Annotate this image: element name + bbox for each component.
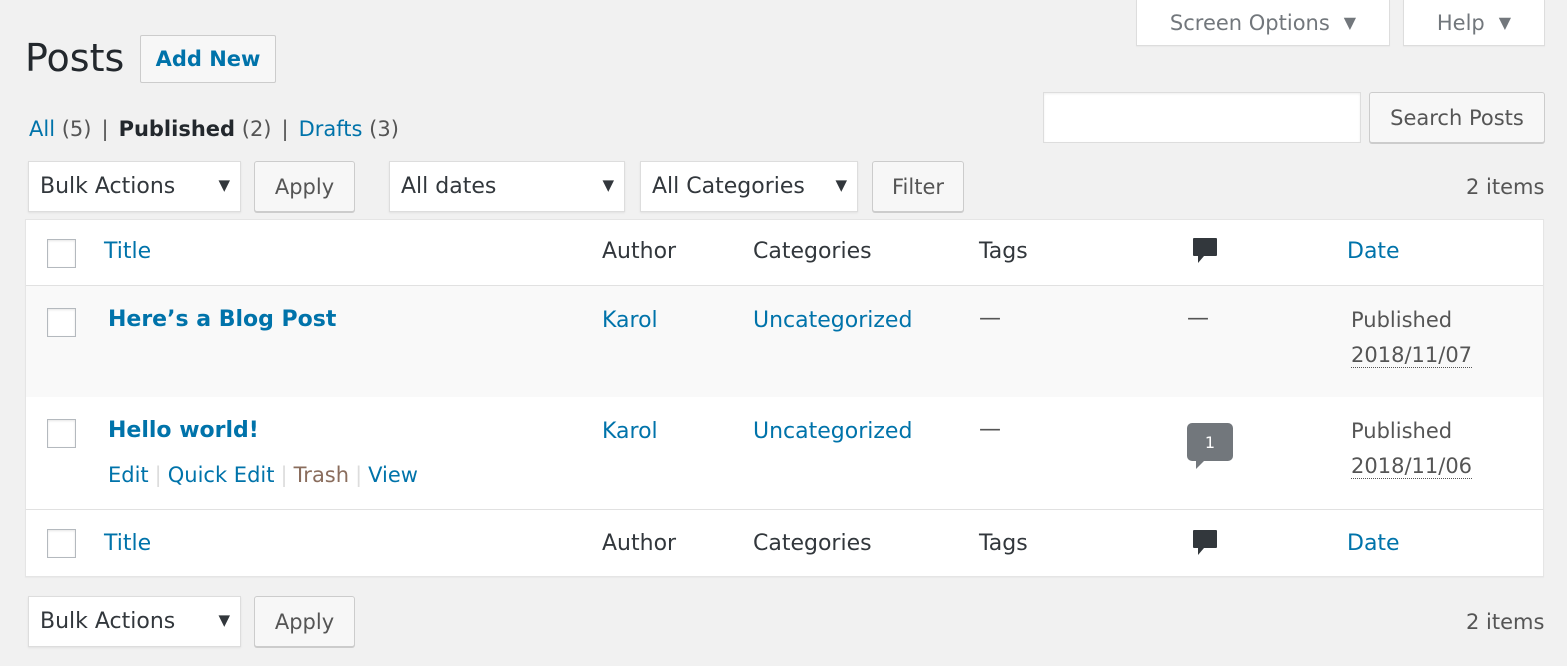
column-date[interactable]: Date <box>1347 531 1400 556</box>
comment-icon[interactable] <box>1192 237 1218 265</box>
column-date[interactable]: Date <box>1347 239 1400 264</box>
dates-select[interactable]: All dates ▼ <box>389 161 625 212</box>
tags-value: — <box>979 306 1001 331</box>
select-all-checkbox[interactable] <box>47 529 76 558</box>
edit-link[interactable]: Edit <box>108 463 149 487</box>
table-footer: Title Author Categories Tags Date <box>26 510 1543 576</box>
caret-down-icon: ▼ <box>602 176 614 194</box>
category-link[interactable]: Uncategorized <box>753 419 912 444</box>
screen-options-tab[interactable]: Screen Options ▼ <box>1136 0 1390 46</box>
date-status: Published <box>1351 308 1453 332</box>
table-row: Here’s a Blog Post Karol Uncategorized —… <box>26 286 1543 397</box>
search-posts-button[interactable]: Search Posts <box>1369 92 1545 143</box>
quick-edit-link[interactable]: Quick Edit <box>168 463 275 487</box>
post-status-filter: All (5) | Published (2) | Drafts (3) <box>29 117 399 141</box>
column-title[interactable]: Title <box>104 239 151 264</box>
post-title-link[interactable]: Here’s a Blog Post <box>108 307 336 332</box>
column-tags: Tags <box>979 531 1028 556</box>
posts-table: Title Author Categories Tags Date Here’s… <box>25 219 1544 577</box>
tags-value: — <box>979 417 1001 442</box>
items-count: 2 items <box>1466 175 1545 199</box>
select-all-checkbox[interactable] <box>47 239 76 268</box>
author-link[interactable]: Karol <box>602 419 658 444</box>
date-value: 2018/11/07 <box>1351 343 1473 368</box>
caret-down-icon: ▼ <box>1498 13 1512 32</box>
view-published-current[interactable]: Published (2) <box>119 117 272 141</box>
table-header: Title Author Categories Tags Date <box>26 220 1543 286</box>
separator: | <box>101 117 109 141</box>
comment-icon[interactable] <box>1192 529 1218 557</box>
view-link[interactable]: View <box>368 463 418 487</box>
view-drafts-link[interactable]: Drafts (3) <box>299 117 399 141</box>
apply-button-bottom[interactable]: Apply <box>254 596 355 647</box>
trash-link[interactable]: Trash <box>294 463 350 487</box>
add-new-button[interactable]: Add New <box>140 35 276 83</box>
page-title: Posts <box>25 36 125 80</box>
column-title[interactable]: Title <box>104 531 151 556</box>
table-row: Hello world! Edit | Quick Edit | Trash | View … <box>26 397 1543 510</box>
comments-value: — <box>1187 306 1209 331</box>
date-value: 2018/11/06 <box>1351 454 1473 479</box>
column-categories: Categories <box>753 239 872 264</box>
post-title-link[interactable]: Hello world! <box>108 418 259 443</box>
column-author: Author <box>602 239 677 264</box>
view-all-link[interactable]: All (5) <box>29 117 91 141</box>
separator: | <box>281 117 289 141</box>
help-label: Help <box>1436 10 1485 35</box>
comment-count-bubble[interactable]: 1 <box>1187 423 1233 469</box>
items-count-bottom: 2 items <box>1466 610 1545 634</box>
filter-button[interactable]: Filter <box>872 161 964 212</box>
screen-options-label: Screen Options <box>1169 10 1330 35</box>
row-checkbox[interactable] <box>47 308 76 337</box>
author-link[interactable]: Karol <box>602 308 658 333</box>
caret-down-icon: ▼ <box>835 176 847 194</box>
help-tab[interactable]: Help ▼ <box>1403 0 1545 46</box>
apply-button[interactable]: Apply <box>254 161 355 212</box>
caret-down-icon: ▼ <box>218 176 230 194</box>
search-input[interactable] <box>1043 92 1361 143</box>
caret-down-icon: ▼ <box>218 611 230 629</box>
column-tags: Tags <box>979 239 1028 264</box>
column-categories: Categories <box>753 531 872 556</box>
category-link[interactable]: Uncategorized <box>753 308 912 333</box>
column-author: Author <box>602 531 677 556</box>
date-status: Published <box>1351 419 1453 443</box>
caret-down-icon: ▼ <box>1343 13 1357 32</box>
categories-select[interactable]: All Categories ▼ <box>640 161 858 212</box>
bulk-actions-select[interactable]: Bulk Actions ▼ <box>28 161 241 212</box>
bulk-actions-select-bottom[interactable]: Bulk Actions ▼ <box>28 596 241 647</box>
row-checkbox[interactable] <box>47 419 76 448</box>
row-actions: Edit | Quick Edit | Trash | View <box>108 463 418 487</box>
